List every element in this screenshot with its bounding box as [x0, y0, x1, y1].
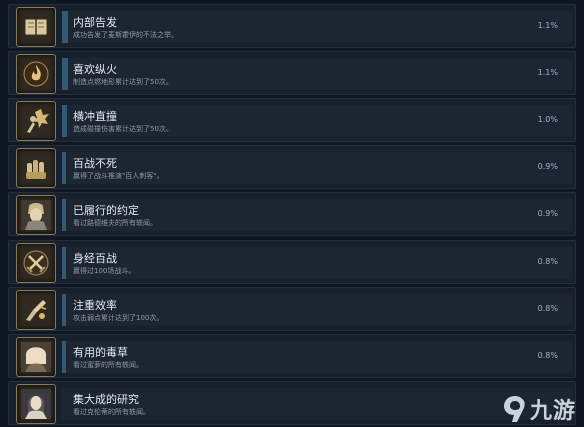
target-strike-icon — [16, 290, 56, 330]
achievement-description: 造成碰撞伤害累计达到了50次。 — [73, 125, 173, 133]
progress-fill — [62, 11, 68, 43]
progress-fill — [62, 152, 66, 184]
progress-fill — [62, 105, 67, 137]
collision-icon — [16, 101, 56, 141]
achievement-row[interactable]: 身经百战 赢得过100场战斗。 0.8% — [8, 240, 576, 284]
knight-portrait-icon — [16, 195, 56, 235]
achievement-title: 横冲直撞 — [73, 110, 117, 123]
progress-fill — [62, 58, 68, 90]
achievement-row[interactable]: 已履行的约定 看过路德维夫的所有轶闻。 0.9% — [8, 192, 576, 236]
progress-fill — [62, 247, 66, 279]
unlock-percent: 1.1% — [537, 21, 558, 30]
achievement-description: 看过蜜萝的所有轶闻。 — [73, 361, 143, 369]
unlock-percent: 1.0% — [537, 115, 558, 124]
achievement-row[interactable]: 注重效率 攻击弱点累计达到了100次。 0.8% — [8, 287, 576, 331]
achievement-row[interactable]: 百战不死 赢得了战斗推演"百人刺客"。 0.9% — [8, 145, 576, 189]
achievement-row[interactable]: 内部告发 成功告发了麦斯霍伊的不法之举。 1.1% — [8, 4, 576, 48]
fist-icon — [16, 148, 56, 188]
unlock-percent: 0.8% — [537, 304, 558, 313]
progress-bar — [62, 247, 572, 279]
progress-fill — [62, 341, 66, 373]
achievement-description: 赢得了战斗推演"百人刺客"。 — [73, 172, 164, 180]
achievement-description: 看过路德维夫的所有轶闻。 — [73, 219, 157, 227]
book-icon — [16, 7, 56, 47]
achievement-list: 内部告发 成功告发了麦斯霍伊的不法之举。 1.1% 喜欢纵火 制造点燃地形累计达… — [0, 0, 584, 427]
unlock-percent: 1.1% — [537, 68, 558, 77]
achievement-title: 喜欢纵火 — [73, 63, 117, 76]
achievement-row[interactable]: 横冲直撞 造成碰撞伤害累计达到了50次。 1.0% — [8, 98, 576, 142]
progress-fill — [62, 199, 66, 231]
achievement-title: 集大成的研究 — [73, 393, 139, 406]
achievement-description: 看过克伦蒂的所有轶闻。 — [73, 408, 150, 416]
crossed-swords-icon — [16, 243, 56, 283]
scholar-portrait-icon — [16, 384, 56, 424]
flame-icon — [16, 54, 56, 94]
progress-fill — [62, 294, 66, 326]
achievement-description: 成功告发了麦斯霍伊的不法之举。 — [73, 31, 178, 39]
achievement-title: 百战不死 — [73, 157, 117, 170]
achievement-description: 赢得过100场战斗。 — [73, 267, 136, 275]
watermark-text: 九游 — [529, 399, 576, 424]
achievement-title: 注重效率 — [73, 299, 117, 312]
unlock-percent: 0.9% — [537, 162, 558, 171]
unlock-percent: 0.8% — [537, 351, 558, 360]
site-watermark: 九游 — [502, 393, 576, 425]
unlock-percent: 0.8% — [537, 257, 558, 266]
nine-game-logo-icon — [503, 396, 525, 422]
achievement-description: 攻击弱点累计达到了100次。 — [73, 314, 164, 322]
achievement-description: 制造点燃地形累计达到了50次。 — [73, 78, 173, 86]
achievement-title: 有用的毒草 — [73, 346, 128, 359]
achievement-title: 已履行的约定 — [73, 204, 139, 217]
achievement-title: 内部告发 — [73, 16, 117, 29]
achievement-row[interactable]: 有用的毒草 看过蜜萝的所有轶闻。 0.8% — [8, 334, 576, 378]
achievement-row[interactable]: 集大成的研究 看过克伦蒂的所有轶闻。 — [8, 381, 576, 425]
unlock-percent: 0.9% — [537, 209, 558, 218]
achievement-row[interactable]: 喜欢纵火 制造点燃地形累计达到了50次。 1.1% — [8, 51, 576, 95]
achievement-title: 身经百战 — [73, 252, 117, 265]
girl-portrait-icon — [16, 337, 56, 377]
